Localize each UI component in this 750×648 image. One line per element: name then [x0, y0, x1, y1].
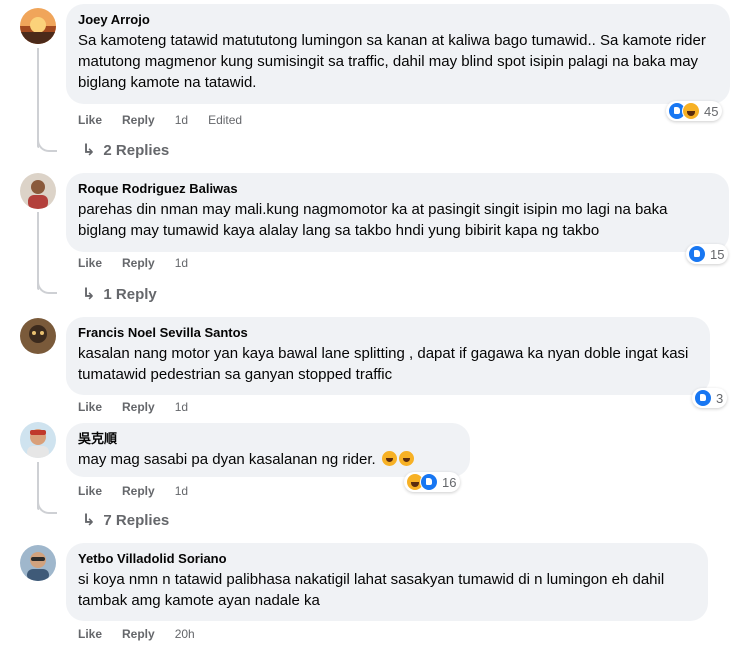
- like-button[interactable]: Like: [78, 399, 102, 415]
- reply-button[interactable]: Reply: [122, 626, 155, 642]
- avatar[interactable]: [20, 422, 56, 458]
- like-reaction-icon: [688, 245, 706, 263]
- reaction-count: 45: [704, 103, 719, 119]
- comment-actions: Like Reply 20h: [78, 626, 215, 642]
- comment-text: kasalan nang motor yan kaya bawal lane s…: [78, 345, 693, 383]
- view-replies-link[interactable]: ↳ 2 Replies: [82, 140, 169, 160]
- thread-line: [37, 48, 39, 148]
- like-reaction-icon: [420, 473, 438, 491]
- comment-author[interactable]: Yetbo Villadolid Soriano: [78, 551, 696, 567]
- comment-bubble: 吳克順 may mag sasabi pa dyan kasalanan ng …: [66, 423, 470, 477]
- thread-elbow: [37, 136, 57, 152]
- reply-button[interactable]: Reply: [122, 399, 155, 415]
- avatar[interactable]: [20, 8, 56, 44]
- comment-text: Sa kamoteng tatawid matututong lumingon …: [78, 32, 711, 91]
- laughing-emoji-icon: [398, 451, 414, 466]
- avatar-image: [20, 318, 56, 354]
- reaction-summary[interactable]: 45: [666, 101, 723, 121]
- comment-bubble: Francis Noel Sevilla Santos kasalan nang…: [66, 317, 710, 395]
- comment-bubble: Joey Arrojo Sa kamoteng tatawid matututo…: [66, 4, 730, 104]
- replies-count: 1 Reply: [103, 285, 157, 303]
- like-button[interactable]: Like: [78, 255, 102, 271]
- avatar-image: [20, 545, 56, 581]
- timestamp[interactable]: 1d: [175, 399, 188, 415]
- reaction-count: 16: [442, 474, 457, 490]
- comment-bubble: Yetbo Villadolid Soriano si koya nmn n t…: [66, 543, 708, 621]
- timestamp[interactable]: 20h: [175, 626, 195, 642]
- reply-button[interactable]: Reply: [122, 112, 155, 128]
- like-reaction-icon: [694, 389, 712, 407]
- comment-text-content: may mag sasabi pa dyan kasalanan ng ride…: [78, 451, 376, 468]
- timestamp[interactable]: 1d: [175, 112, 188, 128]
- comment-text: parehas din nman may mali.kung nagmomoto…: [78, 201, 672, 239]
- comment-text: si koya nmn n tatawid palibhasa nakatigi…: [78, 571, 669, 609]
- avatar-image: [20, 8, 56, 44]
- comment-actions: Like Reply 1d: [78, 255, 208, 271]
- reaction-summary[interactable]: 16: [404, 472, 461, 492]
- reply-arrow-icon: ↳: [82, 142, 96, 159]
- avatar[interactable]: [20, 173, 56, 209]
- reaction-summary[interactable]: 15: [686, 244, 729, 264]
- reply-arrow-icon: ↳: [82, 286, 96, 303]
- comment-author[interactable]: Roque Rodriguez Baliwas: [78, 181, 717, 197]
- comment-author[interactable]: 吳克順: [78, 431, 458, 447]
- comment-actions: Like Reply 1d Edited: [78, 112, 262, 128]
- replies-count: 7 Replies: [103, 511, 170, 529]
- thread-elbow: [37, 498, 57, 514]
- thread-elbow: [37, 278, 57, 294]
- reaction-count: 3: [716, 390, 724, 406]
- edited-label: Edited: [208, 113, 243, 127]
- reaction-summary[interactable]: 3: [692, 388, 728, 408]
- comment-bubble: Roque Rodriguez Baliwas parehas din nman…: [66, 173, 729, 252]
- comment-actions: Like Reply 1d: [78, 399, 208, 415]
- view-replies-link[interactable]: ↳ 1 Reply: [82, 284, 157, 304]
- timestamp[interactable]: 1d: [175, 483, 188, 499]
- view-replies-link[interactable]: ↳ 7 Replies: [82, 510, 169, 530]
- reply-button[interactable]: Reply: [122, 255, 155, 271]
- avatar-image: [20, 173, 56, 209]
- haha-reaction-icon: [682, 102, 700, 120]
- avatar[interactable]: [20, 545, 56, 581]
- laughing-emoji-icon: [381, 451, 397, 466]
- avatar[interactable]: [20, 318, 56, 354]
- like-button[interactable]: Like: [78, 112, 102, 128]
- comment-actions: Like Reply 1d: [78, 483, 208, 499]
- like-button[interactable]: Like: [78, 483, 102, 499]
- replies-count: 2 Replies: [103, 141, 170, 159]
- comment-text: may mag sasabi pa dyan kasalanan ng ride…: [78, 449, 458, 470]
- comment-author[interactable]: Francis Noel Sevilla Santos: [78, 325, 698, 341]
- avatar-image: [20, 422, 56, 458]
- reply-button[interactable]: Reply: [122, 483, 155, 499]
- timestamp[interactable]: 1d: [175, 255, 188, 271]
- reply-arrow-icon: ↳: [82, 512, 96, 529]
- like-button[interactable]: Like: [78, 626, 102, 642]
- reaction-count: 15: [710, 246, 725, 262]
- comment-author[interactable]: Joey Arrojo: [78, 12, 718, 28]
